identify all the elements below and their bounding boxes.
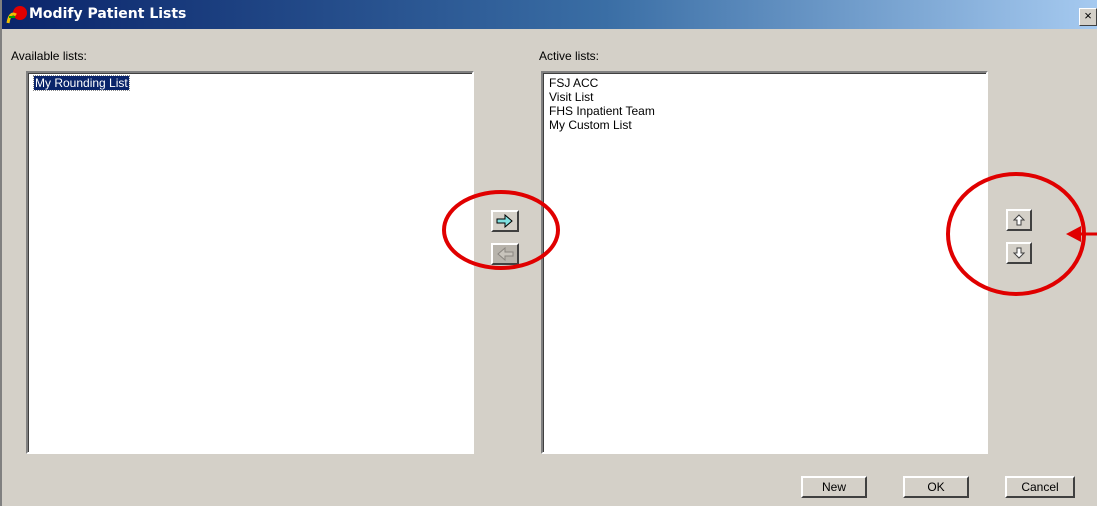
move-up-button[interactable] (1006, 209, 1032, 231)
modify-patient-lists-dialog: Modify Patient Lists × Available lists: … (0, 0, 1097, 506)
cancel-button[interactable]: Cancel (1005, 476, 1075, 498)
available-lists-listbox[interactable]: My Rounding List (26, 71, 474, 454)
add-to-active-button[interactable] (491, 210, 519, 232)
new-button[interactable]: New (801, 476, 867, 498)
arrow-down-icon (1013, 247, 1025, 259)
ok-button[interactable]: OK (903, 476, 969, 498)
app-icon (6, 6, 27, 24)
list-item-label: My Rounding List (33, 75, 130, 91)
window-title: Modify Patient Lists (29, 6, 187, 22)
active-lists-label: Active lists: (539, 49, 600, 63)
list-item-label: FHS Inpatient Team (549, 104, 655, 118)
list-item-label: Visit List (549, 90, 594, 104)
move-down-button[interactable] (1006, 242, 1032, 264)
close-button[interactable]: × (1079, 8, 1097, 26)
list-item[interactable]: Visit List (543, 90, 986, 104)
active-items-container: FSJ ACC Visit List FHS Inpatient Team My Cu… (543, 73, 986, 132)
list-item[interactable]: My Custom List (543, 118, 986, 132)
remove-from-active-button[interactable] (491, 243, 519, 265)
list-item[interactable]: FHS Inpatient Team (543, 104, 986, 118)
arrow-left-icon (497, 247, 514, 261)
title-bar[interactable]: Modify Patient Lists × (2, 0, 1097, 29)
arrow-right-icon (496, 214, 513, 228)
available-items-container: My Rounding List (28, 73, 472, 91)
arrow-up-icon (1013, 214, 1025, 226)
list-item-label: My Custom List (549, 118, 632, 132)
active-lists-listbox[interactable]: FSJ ACC Visit List FHS Inpatient Team My Cu… (541, 71, 988, 454)
list-item[interactable]: My Rounding List (28, 75, 472, 91)
list-item[interactable]: FSJ ACC (543, 76, 986, 90)
available-lists-label: Available lists: (11, 49, 87, 63)
list-item-label: FSJ ACC (549, 76, 599, 90)
